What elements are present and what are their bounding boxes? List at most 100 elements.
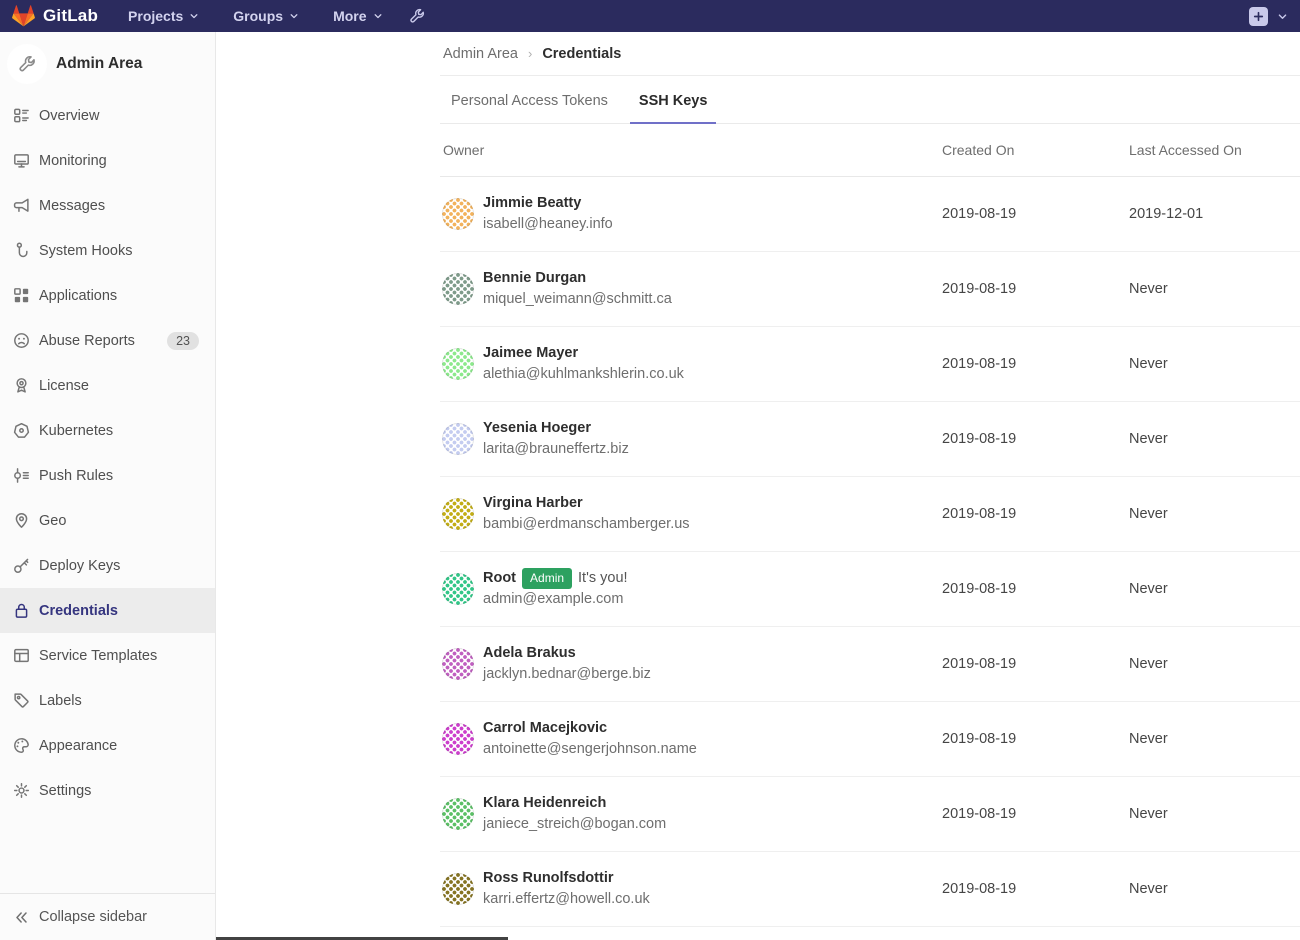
sidebar-item-settings[interactable]: Settings xyxy=(0,768,215,813)
user-avatar[interactable] xyxy=(442,198,474,230)
chevron-down-icon xyxy=(289,11,299,21)
new-item-plus-button[interactable] xyxy=(1249,7,1268,26)
user-avatar[interactable] xyxy=(442,498,474,530)
brand-name: GitLab xyxy=(43,6,98,26)
navbar-links: Projects Groups More xyxy=(128,8,382,24)
owner-email-link[interactable]: bambi@erdmanschamberger.us xyxy=(483,516,690,532)
owner-name-link[interactable]: Ross Runolfsdottir xyxy=(483,868,650,889)
admin-area-wrench-icon[interactable] xyxy=(409,8,425,24)
sidebar-item-credentials[interactable]: Credentials xyxy=(0,588,215,633)
labels-icon xyxy=(13,692,30,709)
sidebar-item-label: Labels xyxy=(39,693,82,709)
user-avatar[interactable] xyxy=(442,348,474,380)
owner-email-link[interactable]: janiece_streich@bogan.com xyxy=(483,816,666,832)
owner-name-link[interactable]: Jaimee Mayer xyxy=(483,343,684,364)
wrench-icon xyxy=(18,55,36,73)
owner-email-link[interactable]: admin@example.com xyxy=(483,591,623,607)
nav-link-more[interactable]: More xyxy=(333,8,382,24)
sidebar-item-label: System Hooks xyxy=(39,243,132,259)
top-navbar: GitLab Projects Groups More xyxy=(0,0,1300,32)
collapse-sidebar-button[interactable]: Collapse sidebar xyxy=(0,893,215,940)
owner-email-link[interactable]: larita@brauneffertz.biz xyxy=(483,441,629,457)
sidebar-item-label: Settings xyxy=(39,783,91,799)
owner-email-link[interactable]: jacklyn.bednar@berge.biz xyxy=(483,666,651,682)
user-avatar[interactable] xyxy=(442,723,474,755)
user-avatar[interactable] xyxy=(442,873,474,905)
table-row: Ross Runolfsdottir karri.effertz@howell.… xyxy=(440,852,1300,927)
last-accessed-on-value: Never xyxy=(1129,656,1300,672)
sidebar-item-messages[interactable]: Messages xyxy=(0,183,215,228)
collapse-sidebar-label: Collapse sidebar xyxy=(39,909,147,925)
last-accessed-on-value: Never xyxy=(1129,506,1300,522)
owner-cell: Jaimee Mayer alethia@kuhlmankshlerin.co.… xyxy=(440,343,942,385)
sidebar-item-overview[interactable]: Overview xyxy=(0,93,215,138)
created-on-value: 2019-08-19 xyxy=(942,656,1129,672)
owner-email-link[interactable]: antoinette@sengerjohnson.name xyxy=(483,741,697,757)
sidebar-item-applications[interactable]: Applications xyxy=(0,273,215,318)
nav-link-projects[interactable]: Projects xyxy=(128,8,199,24)
owner-email-link[interactable]: miquel_weimann@schmitt.ca xyxy=(483,291,672,307)
sidebar-item-service-templates[interactable]: Service Templates xyxy=(0,633,215,678)
user-avatar[interactable] xyxy=(442,273,474,305)
sidebar-item-label: Geo xyxy=(39,513,66,529)
owner-name-link[interactable]: Virgina Harber xyxy=(483,493,690,514)
owner-name-link[interactable]: Bennie Durgan xyxy=(483,268,672,289)
settings-icon xyxy=(13,782,30,799)
sidebar-item-label: Push Rules xyxy=(39,468,113,484)
last-accessed-on-value: Never xyxy=(1129,806,1300,822)
table-row: Carrol Macejkovic antoinette@sengerjohns… xyxy=(440,702,1300,777)
created-on-value: 2019-08-19 xyxy=(942,281,1129,297)
user-avatar[interactable] xyxy=(442,648,474,680)
license-icon xyxy=(13,377,30,394)
sidebar-item-labels[interactable]: Labels xyxy=(0,678,215,723)
sidebar-item-monitoring[interactable]: Monitoring xyxy=(0,138,215,183)
chevron-down-icon[interactable] xyxy=(1277,11,1288,22)
tab-personal-access-tokens[interactable]: Personal Access Tokens xyxy=(442,76,617,124)
nav-link-groups[interactable]: Groups xyxy=(233,8,299,24)
owner-email-link[interactable]: isabell@heaney.info xyxy=(483,216,613,232)
owner-email-link[interactable]: karri.effertz@howell.co.uk xyxy=(483,891,650,907)
user-avatar[interactable] xyxy=(442,798,474,830)
gitlab-home-link[interactable]: GitLab xyxy=(12,5,98,28)
sidebar-item-system-hooks[interactable]: System Hooks xyxy=(0,228,215,273)
table-row: Bennie Durgan miquel_weimann@schmitt.ca … xyxy=(440,252,1300,327)
user-avatar[interactable] xyxy=(442,423,474,455)
user-avatar[interactable] xyxy=(442,573,474,605)
owner-cell: RootAdminIt's you! admin@example.com xyxy=(440,568,942,610)
owner-cell: Adela Brakus jacklyn.bednar@berge.biz xyxy=(440,643,942,685)
sidebar-item-deploy-keys[interactable]: Deploy Keys xyxy=(0,543,215,588)
applications-icon xyxy=(13,287,30,304)
sidebar-item-geo[interactable]: Geo xyxy=(0,498,215,543)
sidebar-item-push-rules[interactable]: Push Rules xyxy=(0,453,215,498)
sidebar-item-label: Service Templates xyxy=(39,648,157,664)
breadcrumb-item-credentials[interactable]: Credentials xyxy=(542,46,621,62)
sidebar-item-appearance[interactable]: Appearance xyxy=(0,723,215,768)
gitlab-tanuki-logo-icon xyxy=(12,5,35,28)
breadcrumb: Admin Area›Credentials xyxy=(440,32,1300,76)
owner-name-link[interactable]: Carrol Macejkovic xyxy=(483,718,697,739)
abuse-reports-icon xyxy=(13,332,30,349)
owner-name-link[interactable]: Yesenia Hoeger xyxy=(483,418,629,439)
owner-name-link[interactable]: Jimmie Beatty xyxy=(483,193,613,214)
owner-email-link[interactable]: alethia@kuhlmankshlerin.co.uk xyxy=(483,366,684,382)
sidebar-item-license[interactable]: License xyxy=(0,363,215,408)
service-templates-icon xyxy=(13,647,30,664)
owner-name-link[interactable]: Klara Heidenreich xyxy=(483,793,666,814)
breadcrumb-item-admin-area[interactable]: Admin Area xyxy=(443,46,518,62)
tab-ssh-keys[interactable]: SSH Keys xyxy=(630,76,717,124)
last-accessed-on-value: Never xyxy=(1129,731,1300,747)
sidebar-item-kubernetes[interactable]: Kubernetes xyxy=(0,408,215,453)
owner-name-link[interactable]: Adela Brakus xyxy=(483,643,651,664)
created-on-value: 2019-08-19 xyxy=(942,356,1129,372)
chevron-down-icon xyxy=(373,11,383,21)
angle-double-left-icon xyxy=(14,910,29,925)
table-row: Virgina Harber bambi@erdmanschamberger.u… xyxy=(440,477,1300,552)
count-badge: 23 xyxy=(167,332,199,350)
table-row: Adela Brakus jacklyn.bednar@berge.biz 20… xyxy=(440,627,1300,702)
sidebar-item-abuse-reports[interactable]: Abuse Reports 23 xyxy=(0,318,215,363)
admin-sidebar: Admin Area Overview Monitoring Messages … xyxy=(0,32,216,940)
navbar-right-controls xyxy=(1249,7,1288,26)
main-content: Admin Area›Credentials Personal Access T… xyxy=(440,32,1300,927)
messages-icon xyxy=(13,197,30,214)
owner-name-link[interactable]: RootAdminIt's you! xyxy=(483,568,628,589)
